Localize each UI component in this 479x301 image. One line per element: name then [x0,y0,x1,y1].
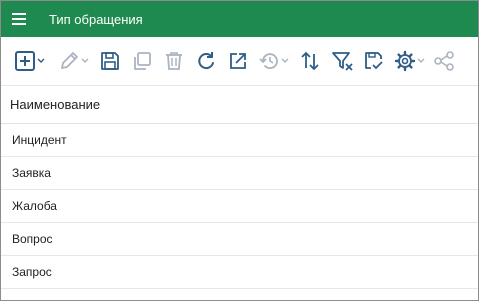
chevron-down-icon [37,58,44,63]
copy-button[interactable] [130,45,154,77]
table-row[interactable]: Заявка [1,157,478,190]
history-button[interactable] [256,45,292,77]
save-filter-icon [365,52,383,70]
refresh-icon [198,52,214,70]
refresh-button[interactable] [194,45,218,77]
save-button[interactable] [98,45,122,77]
title-bar: Тип обращения [1,1,478,37]
clear-filter-button[interactable] [330,45,356,77]
window-title: Тип обращения [49,11,143,27]
chevron-down-icon [417,58,424,63]
settings-icon [394,50,415,72]
history-icon [258,53,278,69]
edit-button[interactable] [55,45,93,77]
save-icon [101,52,119,70]
settings-button[interactable] [392,45,428,77]
toolbar [1,37,478,86]
add-icon [14,51,35,71]
column-header-name[interactable]: Наименование [1,86,478,124]
delete-button[interactable] [162,45,186,77]
table-row[interactable]: Инцидент [1,124,478,157]
chevron-down-icon [281,58,288,63]
table-row[interactable]: Запрос [1,256,478,289]
edit-icon [60,52,78,69]
copy-icon [134,52,151,70]
save-filter-button[interactable] [362,45,386,77]
add-button[interactable] [11,45,49,77]
export-icon [230,53,246,69]
hierarchy-icon [434,51,454,71]
hamburger-menu-button[interactable] [1,1,37,37]
sort-icon [301,51,319,71]
table-row[interactable]: Вопрос [1,223,478,256]
chevron-down-icon [81,58,88,63]
data-table: Наименование Инцидент Заявка Жалоба Вопр… [1,86,478,289]
delete-icon [166,52,182,70]
hierarchy-button[interactable] [432,45,456,77]
filter-clear-icon [332,52,353,71]
table-row[interactable]: Жалоба [1,190,478,223]
sort-button[interactable] [298,45,322,77]
window: Тип обращения Наименование Инцидент Заяв… [0,0,479,301]
hamburger-icon [12,13,26,25]
export-button[interactable] [226,45,250,77]
